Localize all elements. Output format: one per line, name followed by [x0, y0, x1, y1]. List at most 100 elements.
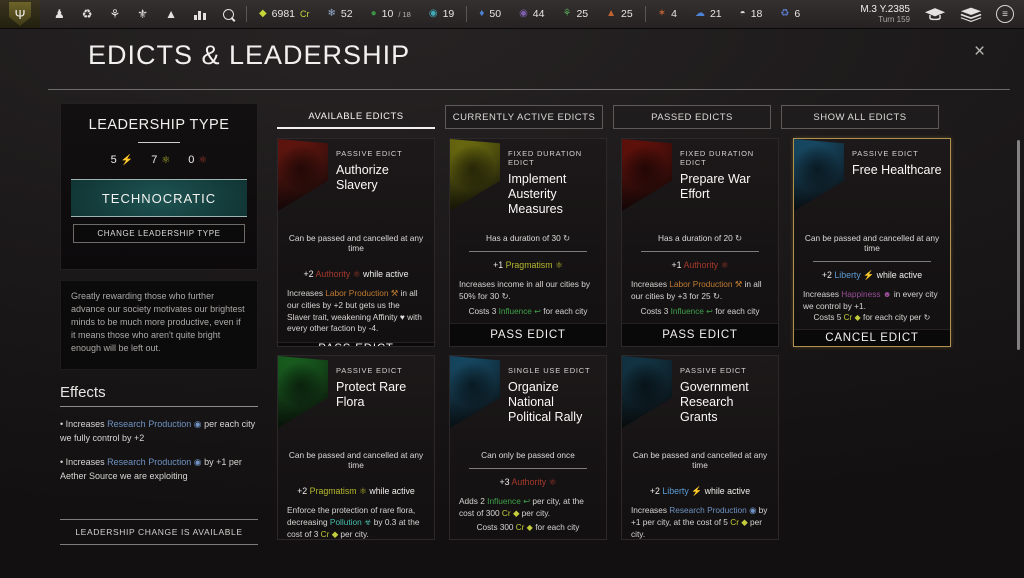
text: +2	[650, 486, 662, 496]
spin-keyword: ↻	[924, 313, 931, 322]
edict-card[interactable]: FIXED DURATION EDICTImplement Austerity …	[449, 138, 607, 347]
population-resource: ●10 / 18	[371, 8, 411, 20]
text: Can be passed and cancelled at any time	[289, 450, 423, 470]
menu-icon[interactable]: ≡	[996, 5, 1014, 23]
cancel-edict-button[interactable]: CANCEL EDICT	[794, 329, 950, 346]
authority-stat: 0⚛	[188, 154, 207, 166]
scrollbar[interactable]	[1017, 140, 1020, 350]
text: Increases	[631, 505, 669, 515]
influence-icon: ◉	[429, 9, 438, 19]
pass-edict-button[interactable]: PASS EDICT	[450, 323, 606, 346]
water-resource: ♦ 50	[479, 8, 501, 20]
topbar-nav-icons: ♟ ♻ ⚘ ⚜ ▲	[54, 8, 234, 20]
edict-card[interactable]: PASSIVE EDICTProtect Rare FloraCan be pa…	[277, 355, 435, 540]
edict-cost: Costs 300 Cr ◆ for each city	[450, 522, 606, 539]
text: +2	[822, 270, 834, 280]
insight-eye-resource: ◉44	[519, 8, 544, 20]
effects-title: Effects	[60, 384, 258, 401]
edict-condition: Can be passed and cancelled at any time	[794, 233, 950, 253]
pragmatism-stat: 7⚛	[151, 154, 170, 166]
research-keyword: Research Production ◉	[669, 505, 756, 515]
energy-icon: ◆	[259, 9, 267, 19]
topbar-divider	[246, 6, 247, 22]
population-figure-icon[interactable]: ♟	[54, 8, 65, 20]
edict-title: Implement Austerity Measures	[508, 172, 598, 216]
upgrade-chevron-icon[interactable]: ▲	[165, 8, 177, 20]
text: .	[720, 291, 722, 301]
text: Increases	[631, 279, 669, 289]
ember-icon: ✶	[658, 9, 666, 19]
text: for each city	[713, 307, 759, 316]
tab-available-edicts[interactable]: AVAILABLE EDICTS	[277, 105, 435, 129]
edict-cost: Costs 5 Cr ◆ for each city per ↻	[794, 312, 950, 329]
research-cap-icon[interactable]	[924, 7, 946, 22]
faction-logo[interactable]: Ψ	[0, 0, 40, 28]
tab-show-all-edicts[interactable]: SHOW ALL EDICTS	[781, 105, 939, 129]
energy-resource: ◆6981 Cr	[259, 8, 310, 20]
game-date: M.3 Y.2385	[860, 4, 910, 16]
statistics-chart-icon[interactable]	[194, 9, 206, 20]
edict-condition: Can be passed and cancelled at any time	[622, 450, 778, 470]
resource-value: 50	[489, 8, 501, 20]
orb-icon: ◓	[740, 9, 746, 19]
edict-card[interactable]: FIXED DURATION EDICTPrepare War EffortHa…	[621, 138, 779, 347]
edict-card[interactable]: PASSIVE EDICT Government Research Grants C…	[621, 355, 779, 540]
text: +3	[499, 477, 511, 487]
edict-condition: Has a duration of 30 ↻	[450, 233, 606, 243]
insight-eye-icon: ◉	[519, 9, 528, 19]
text: • Increases	[60, 419, 107, 429]
search-icon[interactable]	[223, 9, 234, 20]
resource-value: 6	[794, 8, 800, 20]
text: +2	[297, 486, 309, 496]
edict-divider	[641, 251, 759, 252]
credits-keyword: Cr ◆	[730, 517, 747, 527]
resources: ◆6981 Cr❄52●10 / 18◉19♦50◉44⚘25▲25✶4☁21◓…	[259, 6, 800, 22]
codex-layers-icon[interactable]	[960, 7, 982, 22]
water-icon: ♦	[479, 9, 484, 19]
divider	[138, 142, 180, 143]
factions-icon[interactable]: ♻	[82, 8, 93, 20]
text: +1	[671, 260, 683, 270]
edict-cost-empty	[278, 335, 434, 342]
edict-card[interactable]: PASSIVE EDICTFree HealthcareCan be passe…	[793, 138, 951, 347]
topbar-divider	[645, 6, 646, 22]
liberty-icon: ⚡	[121, 155, 133, 166]
pass-edict-button[interactable]: PASS EDICT	[622, 323, 778, 346]
research-lamp-icon[interactable]: ⚘	[110, 8, 121, 20]
edict-affinity: +3 Authority ⚛	[450, 477, 606, 488]
leadership-type-name[interactable]: TECHNOCRATIC	[71, 179, 247, 217]
resource-group: ✶ 4 ☁ 21 ◓18 ♻ 6	[658, 8, 800, 20]
turn-number: Turn 159	[860, 15, 910, 24]
edict-condition: Has a duration of 20 ↻	[622, 233, 778, 243]
heat-flame-resource: ▲25	[606, 8, 633, 20]
text: while active	[361, 269, 409, 279]
cycle-icon: ♻	[780, 9, 789, 19]
edict-card[interactable]: PASSIVE EDICTAuthorize SlaveryCan be pas…	[277, 138, 435, 347]
pass-edict-button[interactable]: PASS EDICT	[278, 342, 434, 347]
edict-card[interactable]: SINGLE USE EDICTOrganize National Politi…	[449, 355, 607, 540]
resource-value: 4	[671, 8, 677, 20]
effect-item: • Increases Research Production ◉ by +1 …	[60, 456, 258, 483]
influence-keyword: Influence ↩	[487, 496, 530, 506]
edict-title: Government Research Grants	[680, 380, 770, 424]
cloud-icon: ☁	[695, 9, 705, 19]
edict-tabs: AVAILABLE EDICTS CURRENTLY ACTIVE EDICTS P…	[277, 105, 939, 129]
edict-divider	[469, 251, 587, 252]
close-icon[interactable]: ×	[974, 41, 985, 63]
change-leadership-button[interactable]: CHANGE LEADERSHIP TYPE	[73, 224, 245, 243]
growth-leaf-icon: ⚘	[562, 9, 571, 19]
tab-currently-active-edicts[interactable]: CURRENTLY ACTIVE EDICTS	[445, 105, 603, 129]
achievements-laurel-icon[interactable]: ⚜	[137, 8, 148, 20]
edict-type-label: PASSIVE EDICT	[680, 366, 770, 375]
edict-description: Adds 2 Influence ↩ per city, at the cost…	[450, 496, 606, 520]
pollution-keyword: Pollution ☣	[330, 517, 372, 527]
edict-description: Increases income in all our cities by 50…	[450, 279, 606, 303]
resource-value: 21	[710, 8, 722, 20]
topbar-divider	[466, 6, 467, 22]
labor-keyword: Labor Production ⚒	[669, 279, 742, 289]
text: Has a duration of 30	[486, 233, 563, 243]
spin-keyword: ↻	[713, 291, 720, 301]
text: Increases income in all our cities by 50…	[459, 279, 590, 301]
orb-resource: ◓18	[740, 8, 763, 20]
tab-passed-edicts[interactable]: PASSED EDICTS	[613, 105, 771, 129]
